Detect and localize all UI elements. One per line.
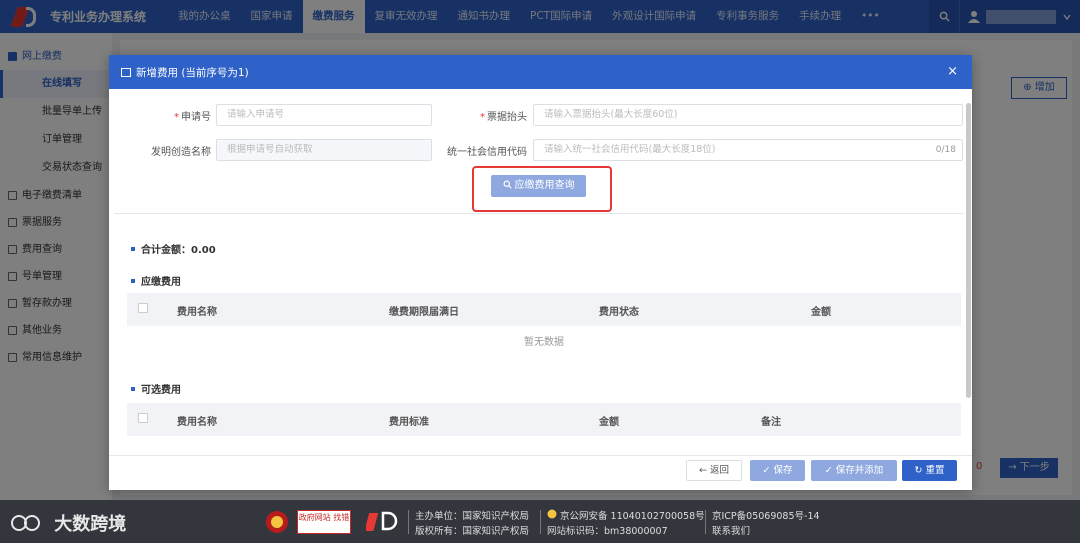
invention-input: 根据申请号自动获取 xyxy=(216,139,432,161)
char-counter: 0/18 xyxy=(935,145,956,155)
scrollbar[interactable] xyxy=(966,103,971,398)
host-text: 主办单位：国家知识产权局 xyxy=(415,511,530,522)
app-no-label: * 申请号 xyxy=(174,111,211,123)
police-badge-icon xyxy=(547,509,557,519)
watermark-logo-icon xyxy=(11,515,40,531)
copyright-text: 版权所有：国家知识产权局 xyxy=(415,526,530,537)
invention-label: 发明创造名称 xyxy=(151,146,211,158)
dialog-footer-divider xyxy=(109,455,972,456)
query-fees-button[interactable]: 应缴费用查询 xyxy=(491,175,586,197)
page-footer: 大数跨境 政府网站 找错 主办单位：国家知识产权局 版权所有：国家知识产权局 京… xyxy=(0,500,1080,543)
invoice-label: * 票据抬头 xyxy=(480,111,527,123)
dialog-icon xyxy=(121,67,131,77)
col-amount: 金额 xyxy=(811,307,831,318)
close-icon[interactable]: × xyxy=(947,64,958,79)
col-fee-standard: 费用标准 xyxy=(389,417,429,428)
app-no-input[interactable]: 请输入申请号 xyxy=(216,104,432,126)
col-fee-name: 费用名称 xyxy=(177,417,217,428)
cnipa-logo-icon xyxy=(366,511,398,531)
credit-code-label: 统一社会信用代码 xyxy=(447,146,527,158)
divider xyxy=(114,213,964,214)
optional-fees-title: 可选费用 xyxy=(131,381,181,396)
select-all-checkbox[interactable] xyxy=(138,303,148,313)
select-all-checkbox[interactable] xyxy=(138,413,148,423)
footer-divider xyxy=(540,510,541,534)
site-code-text: 网站标识码：bm38000007 xyxy=(547,526,668,537)
police-record-text[interactable]: 京公网安备 11040102700058号 xyxy=(560,508,705,522)
watermark: 大数跨境 xyxy=(10,510,126,536)
search-icon xyxy=(503,180,512,189)
save-and-add-button[interactable]: ✓ 保存并添加 xyxy=(811,460,897,481)
payable-fees-title: 应缴费用 xyxy=(131,273,181,288)
gov-site-badge[interactable]: 政府网站 找错 xyxy=(297,510,351,534)
col-remark: 备注 xyxy=(761,417,781,428)
back-button[interactable]: ← 返回 xyxy=(686,460,742,481)
party-emblem-icon xyxy=(266,511,288,533)
icp-text[interactable]: 京ICP备05069085号-14 xyxy=(712,508,820,522)
dialog-header: 新增费用 (当前序号为1) xyxy=(109,55,972,89)
col-due-date: 缴费期限届满日 xyxy=(389,307,459,318)
col-fee-name: 费用名称 xyxy=(177,307,217,318)
credit-code-input[interactable]: 请输入统一社会信用代码(最大长度18位) 0/18 xyxy=(533,139,963,161)
save-button[interactable]: ✓ 保存 xyxy=(750,460,805,481)
col-fee-status: 费用状态 xyxy=(599,307,639,318)
total-amount: 合计金额：0.00 xyxy=(131,241,216,256)
footer-divider xyxy=(408,510,409,534)
contact-link[interactable]: 联系我们 xyxy=(712,523,750,537)
col-amount: 金额 xyxy=(599,417,619,428)
invoice-input[interactable]: 请输入票据抬头(最大长度60位) xyxy=(533,104,963,126)
add-fee-dialog: 新增费用 (当前序号为1) × * 申请号 请输入申请号 * 票据抬头 请输入票据抬… xyxy=(109,55,972,490)
footer-divider xyxy=(705,510,706,534)
dialog-title: 新增费用 (当前序号为1) xyxy=(136,66,249,79)
optional-table-header: 费用名称 费用标准 金额 备注 xyxy=(127,403,961,436)
payable-table-header: 费用名称 缴费期限届满日 费用状态 金额 xyxy=(127,293,961,326)
reset-button[interactable]: ↻ 重置 xyxy=(902,460,957,481)
empty-state: 暂无数据 xyxy=(524,337,564,348)
